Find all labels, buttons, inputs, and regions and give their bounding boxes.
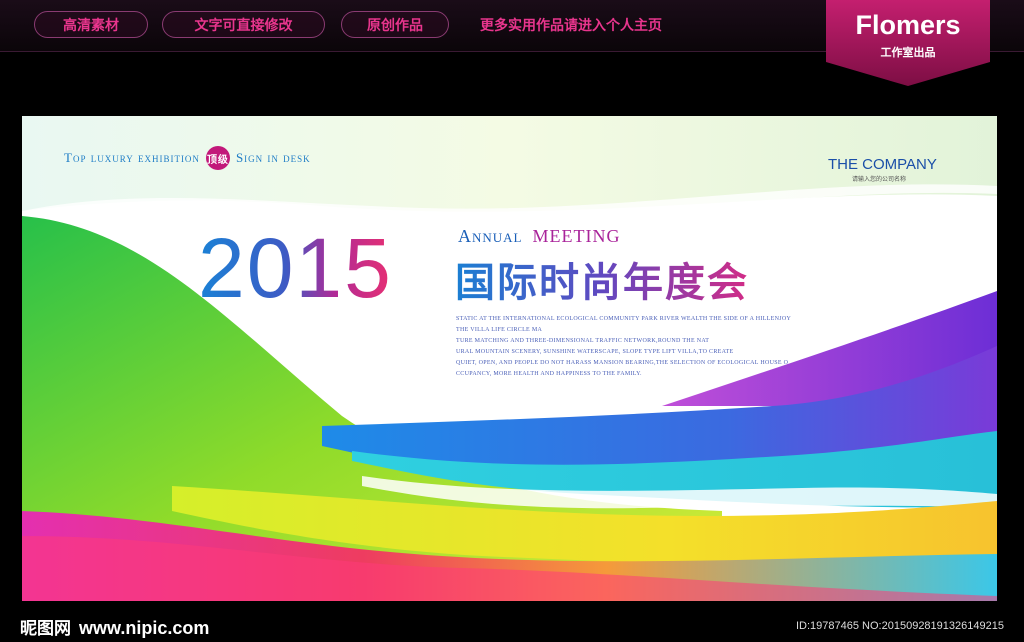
company-name: THE COMPANY <box>828 156 937 173</box>
studio-subtitle: 工作室出品 <box>880 46 936 59</box>
company-subtitle: 请输入您的公司名称 <box>852 176 907 183</box>
original-work-button[interactable]: 原创作品 <box>341 11 449 38</box>
site-watermark: 昵图网 www.nipic.com <box>20 614 209 639</box>
tagline: Top luxury exhibition 顶级 Sign in desk <box>64 146 311 170</box>
studio-badge: Flomers 工作室出品 <box>826 0 990 86</box>
site-url[interactable]: www.nipic.com <box>79 618 209 638</box>
footer-bar: 昵图网 www.nipic.com ID:19787465 NO:20150928… <box>0 604 1024 642</box>
tagline-left: Top luxury exhibition <box>64 150 200 165</box>
site-name: 昵图网 <box>20 619 71 639</box>
seal-badge: 顶级 <box>205 146 230 170</box>
poster-image: Top luxury exhibition 顶级 Sign in desk TH… <box>22 116 997 601</box>
description-line: URAL MOUNTAIN SCENERY, SUNSHINE WATERSCA… <box>456 349 734 355</box>
tagline-right: Sign in desk <box>235 150 311 165</box>
editable-text-button[interactable]: 文字可直接修改 <box>162 11 325 38</box>
studio-name: Flomers <box>855 10 961 40</box>
image-id-text: ID:19787465 NO:20150928191326149215 <box>796 620 1004 632</box>
description-line: CCUPANCY, MORE HEALTH AND HAPPINESS TO T… <box>456 371 642 377</box>
description-line: QUIET, OPEN, AND PEOPLE DO NOT HARASS MA… <box>456 360 789 366</box>
chinese-title: 国际时尚年度会 <box>455 250 749 308</box>
description-text: STATIC AT THE INTERNATIONAL ECOLOGICAL C… <box>456 314 836 380</box>
annual-meeting-heading: Annual MEETING <box>458 226 620 247</box>
year-heading: 2015 <box>198 221 393 315</box>
hd-material-button[interactable]: 高清素材 <box>34 11 148 38</box>
description-line: STATIC AT THE INTERNATIONAL ECOLOGICAL C… <box>456 316 792 322</box>
description-line: TURE MATCHING AND THREE-DIMENSIONAL TRAF… <box>456 338 710 344</box>
annual-word: Annual <box>458 226 523 246</box>
meeting-word: MEETING <box>532 226 621 246</box>
homepage-link[interactable]: 更多实用作品请进入个人主页 <box>480 15 662 35</box>
description-line: THE VILLA LIFE CIRCLE MA <box>456 327 543 333</box>
